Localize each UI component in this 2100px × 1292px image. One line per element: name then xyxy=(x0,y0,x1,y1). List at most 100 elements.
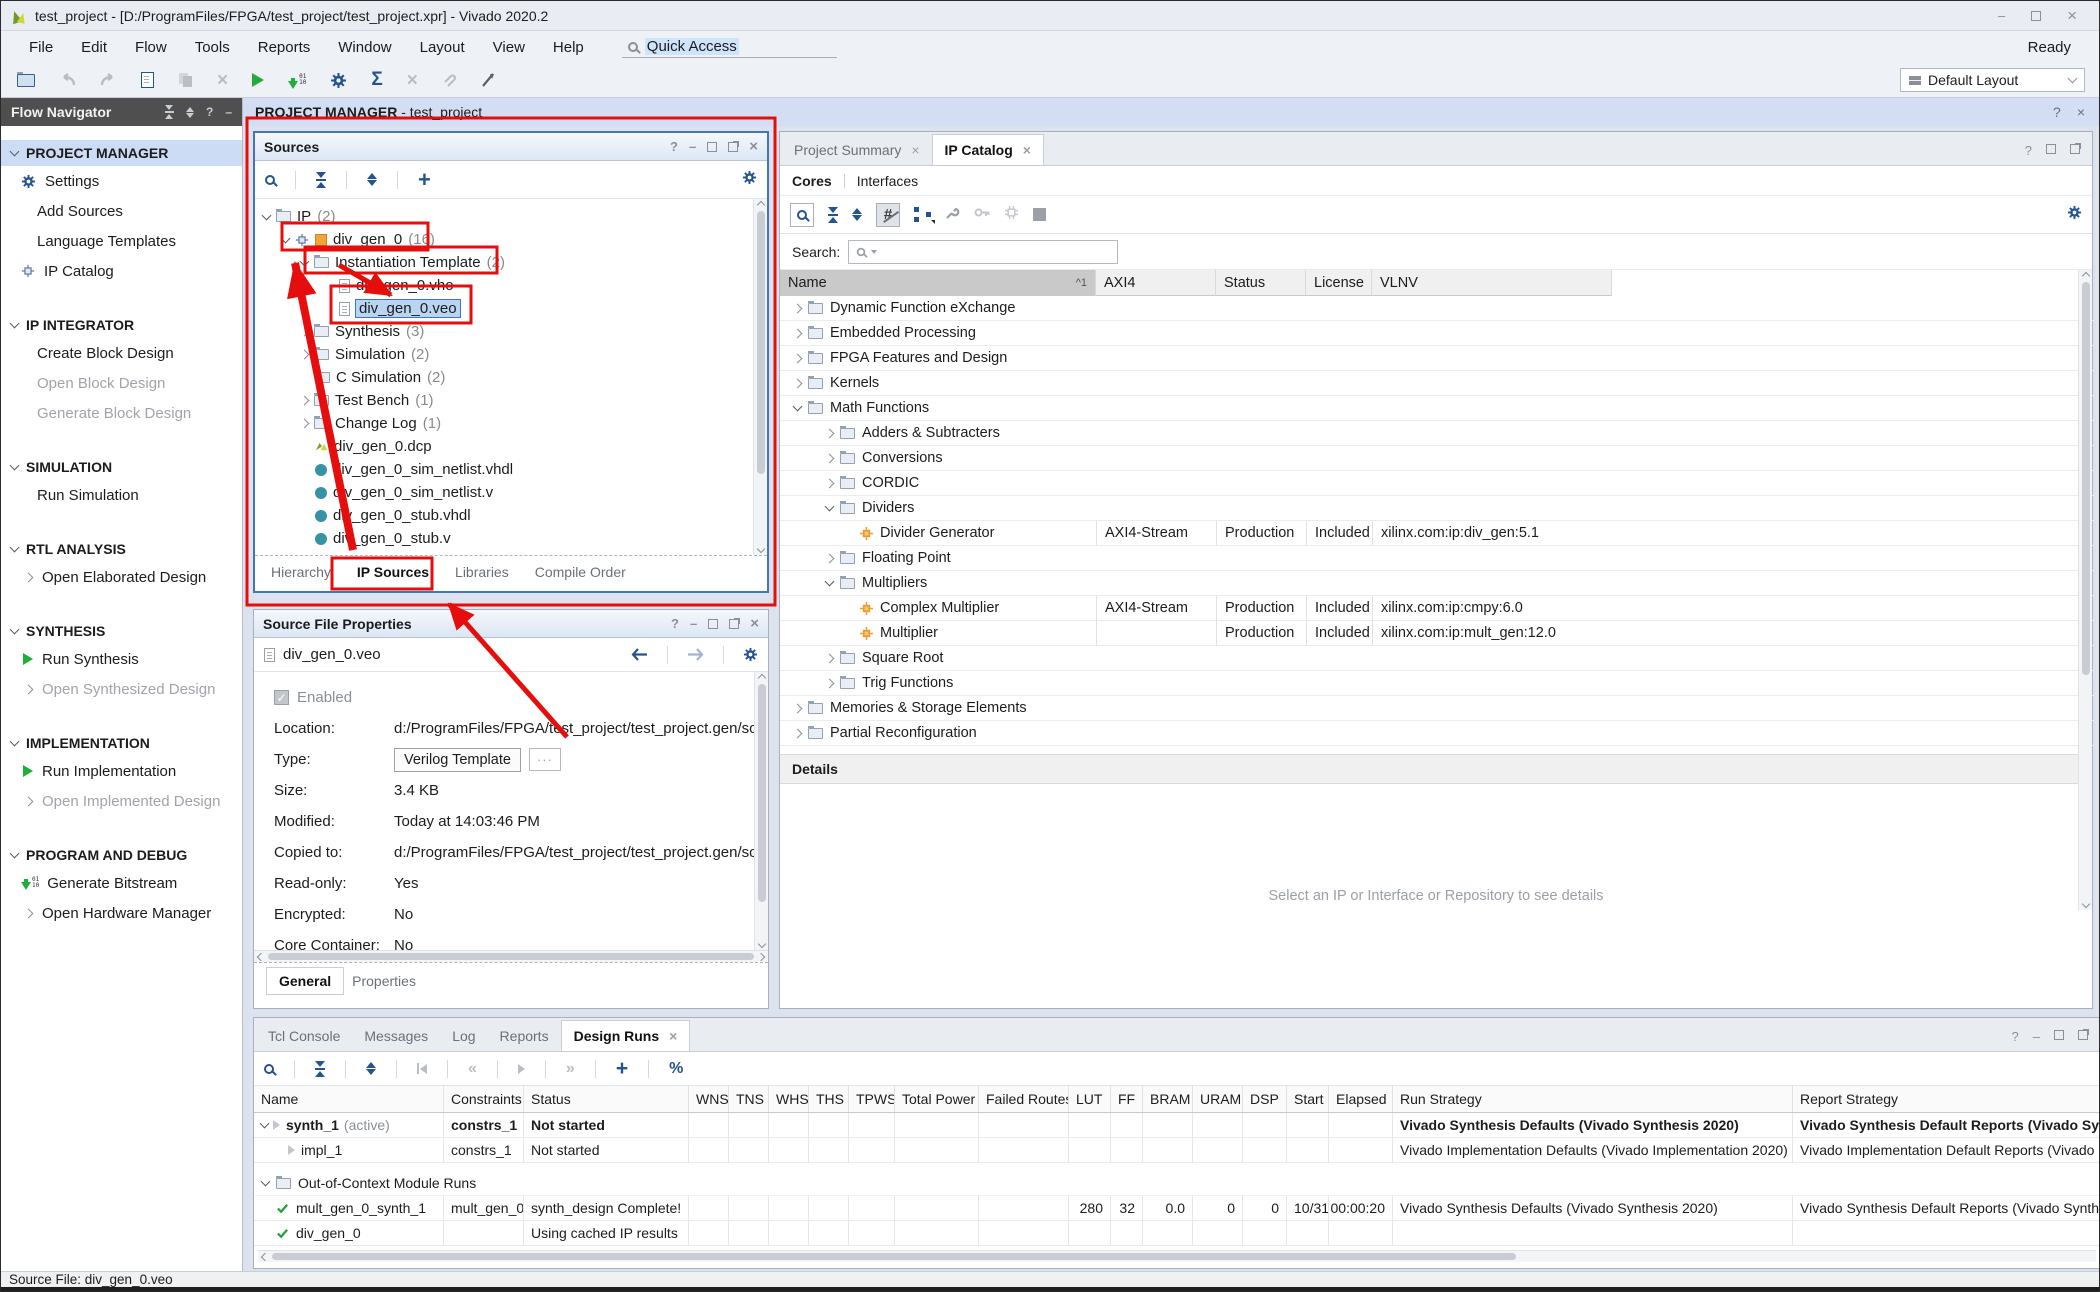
vertical-scrollbar[interactable] xyxy=(2078,270,2092,910)
sidebar-item-open-implemented-design[interactable]: Open Implemented Design xyxy=(1,786,242,816)
tab-compile-order[interactable]: Compile Order xyxy=(535,564,626,580)
catalog-row[interactable]: FPGA Features and Design xyxy=(780,346,2094,371)
sidebar-item-create-block-design[interactable]: Create Block Design xyxy=(1,338,242,368)
tree-item-sim-netlist-v[interactable]: div_gen_0_sim_netlist.v xyxy=(255,481,767,504)
skip-to-start-icon[interactable] xyxy=(417,1063,427,1074)
gear-icon[interactable] xyxy=(743,647,758,662)
float-icon[interactable] xyxy=(729,619,739,629)
resume-icon[interactable] xyxy=(518,1064,525,1074)
maximize-icon[interactable] xyxy=(708,619,718,629)
sources-panel-header[interactable]: Sources ? – × xyxy=(255,133,767,161)
help-icon[interactable]: ? xyxy=(671,617,679,630)
maximize-icon[interactable] xyxy=(2046,144,2056,154)
gear-icon[interactable] xyxy=(742,170,757,185)
tab-design-runs[interactable]: Design Runs× xyxy=(561,1020,691,1051)
maximize-icon[interactable] xyxy=(2031,11,2041,21)
close-icon[interactable]: × xyxy=(750,616,759,631)
catalog-row[interactable]: CORDIC xyxy=(780,471,2094,496)
chevron-right-icon[interactable] xyxy=(300,396,310,406)
expand-all-icon[interactable] xyxy=(366,1062,376,1075)
redo-icon[interactable] xyxy=(100,73,117,87)
sidebar-item-open-hardware-manager[interactable]: Open Hardware Manager xyxy=(1,898,242,928)
tree-item-instantiation-template[interactable]: Instantiation Template(2) xyxy=(255,251,767,274)
license-key-icon[interactable] xyxy=(974,206,990,224)
sidebar-item-generate-block-design[interactable]: Generate Block Design xyxy=(1,398,242,428)
chevron-down-icon[interactable] xyxy=(300,256,310,266)
collapse-all-icon[interactable] xyxy=(316,172,326,188)
gear-icon[interactable] xyxy=(2067,205,2082,220)
sidebar-item-language-templates[interactable]: Language Templates xyxy=(1,226,242,256)
group-by-hierarchy-icon[interactable] xyxy=(914,207,931,222)
chevron-down-icon[interactable] xyxy=(260,1119,270,1129)
sidebar-section-ip-integrator[interactable]: IP INTEGRATOR xyxy=(1,312,242,338)
tab-properties[interactable]: Properties xyxy=(352,973,416,989)
delete-icon[interactable]: × xyxy=(217,71,228,90)
debug-probe-icon[interactable] xyxy=(481,72,496,88)
help-icon[interactable]: ? xyxy=(2053,104,2061,120)
catalog-row[interactable]: Dynamic Function eXchange xyxy=(780,296,2094,321)
chip-icon[interactable] xyxy=(1004,205,1019,225)
sidebar-item-run-implementation[interactable]: Run Implementation xyxy=(1,756,242,786)
tree-item-test-bench[interactable]: Test Bench(1) xyxy=(255,389,767,412)
expand-all-icon[interactable] xyxy=(367,173,377,186)
menu-layout[interactable]: Layout xyxy=(406,39,479,56)
search-icon[interactable] xyxy=(265,175,275,185)
column-vlnv[interactable]: VLNV xyxy=(1372,270,1612,296)
tree-item-sim-netlist-vhdl[interactable]: div_gen_0_sim_netlist.vhdl xyxy=(255,458,767,481)
sidebar-section-project-manager[interactable]: PROJECT MANAGER xyxy=(1,140,242,166)
catalog-row-multiplier[interactable]: MultiplierProductionIncludedxilinx.com:i… xyxy=(780,621,2094,646)
close-icon[interactable]: × xyxy=(2067,7,2077,24)
chevron-right-icon[interactable] xyxy=(300,419,310,429)
tree-item-stub-v[interactable]: div_gen_0_stub.v xyxy=(255,527,767,550)
run-row-synth-1[interactable]: synth_1(active) constrs_1Not started Viv… xyxy=(254,1113,2100,1138)
settings-icon[interactable] xyxy=(330,72,347,89)
step-back-icon[interactable]: « xyxy=(468,1060,477,1078)
sidebar-item-open-synthesized-design[interactable]: Open Synthesized Design xyxy=(1,674,242,704)
menu-flow[interactable]: Flow xyxy=(121,39,181,56)
sidebar-item-open-block-design[interactable]: Open Block Design xyxy=(1,368,242,398)
maximize-icon[interactable] xyxy=(2054,1030,2064,1040)
minimize-icon[interactable]: – xyxy=(1998,9,2005,22)
menu-view[interactable]: View xyxy=(479,39,539,56)
catalog-row[interactable]: Floating Point xyxy=(780,546,2094,571)
tree-item-ip[interactable]: IP(2) xyxy=(255,205,767,228)
menu-file[interactable]: File xyxy=(15,39,67,56)
float-icon[interactable] xyxy=(2078,1030,2088,1040)
tree-item-synthesis[interactable]: Synthesis(3) xyxy=(255,320,767,343)
cancel-icon[interactable]: × xyxy=(407,71,418,90)
catalog-row[interactable]: Kernels xyxy=(780,371,2094,396)
catalog-row[interactable]: Multipliers xyxy=(780,571,2094,596)
add-sources-icon[interactable]: + xyxy=(418,169,431,191)
sidebar-item-ip-catalog[interactable]: IP Catalog xyxy=(1,256,242,286)
layout-selector[interactable]: Default Layout xyxy=(1900,68,2085,92)
float-icon[interactable] xyxy=(2070,144,2080,154)
column-name[interactable]: Name^1 xyxy=(780,270,1096,296)
search-icon[interactable] xyxy=(790,203,814,227)
vertical-scrollbar[interactable] xyxy=(753,199,767,555)
run-group-out-of-context[interactable]: Out-of-Context Module Runs xyxy=(254,1171,2100,1196)
tab-general[interactable]: General xyxy=(266,967,344,995)
attach-icon[interactable] xyxy=(442,73,457,88)
column-license[interactable]: License xyxy=(1306,270,1372,296)
menu-edit[interactable]: Edit xyxy=(67,39,121,56)
open-folder-icon[interactable] xyxy=(17,74,35,87)
tab-hierarchy[interactable]: Hierarchy xyxy=(271,564,331,580)
undo-icon[interactable] xyxy=(59,73,76,87)
sidebar-item-run-synthesis[interactable]: Run Synthesis xyxy=(1,644,242,674)
sidebar-item-generate-bitstream[interactable]: 0110Generate Bitstream xyxy=(1,868,242,898)
tree-item-div-gen-0-veo[interactable]: div_gen_0.veo xyxy=(255,297,767,320)
tree-item-change-log[interactable]: Change Log(1) xyxy=(255,412,767,435)
horizontal-scrollbar[interactable] xyxy=(258,1250,2096,1262)
properties-panel-header[interactable]: Source File Properties ? – × xyxy=(254,610,768,638)
tree-item-div-gen-0-vho[interactable]: div_gen_0.vho xyxy=(255,274,767,297)
search-icon[interactable] xyxy=(264,1064,274,1074)
sum-icon[interactable]: Σ xyxy=(371,69,382,91)
minimize-icon[interactable]: – xyxy=(689,140,696,153)
generate-bitstream-icon[interactable]: 0110 xyxy=(288,74,306,86)
sidebar-item-settings[interactable]: Settings xyxy=(1,166,242,196)
type-more-button[interactable]: ··· xyxy=(529,748,561,771)
sidebar-section-implementation[interactable]: IMPLEMENTATION xyxy=(1,730,242,756)
menu-reports[interactable]: Reports xyxy=(244,39,325,56)
help-icon[interactable]: ? xyxy=(206,105,213,119)
minimize-icon[interactable]: – xyxy=(690,617,697,630)
